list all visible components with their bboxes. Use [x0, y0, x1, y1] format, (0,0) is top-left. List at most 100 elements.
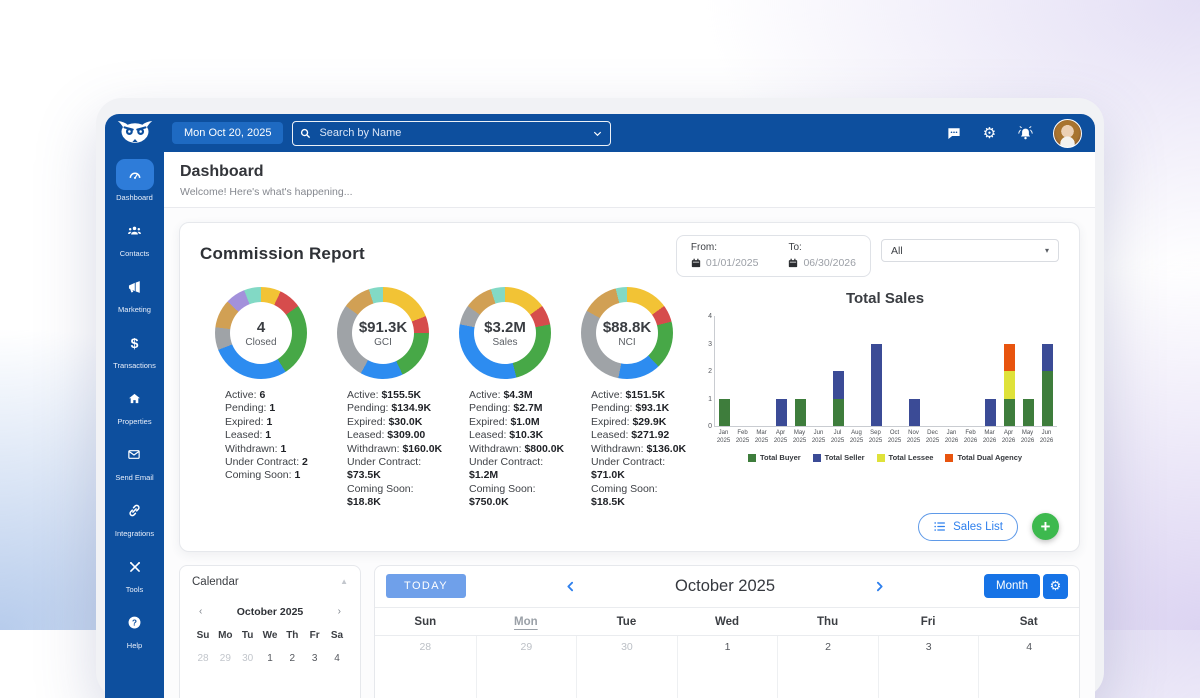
- main-area: Commission Report From:: [164, 208, 1095, 698]
- total-sales-title: Total Sales: [714, 290, 1056, 307]
- legend-item: Total Dual Agency: [945, 453, 1022, 462]
- legend-swatch: [748, 454, 756, 462]
- search-icon: [300, 128, 311, 139]
- today-button[interactable]: TODAY: [386, 574, 466, 598]
- sidebar-item-transactions[interactable]: $Transactions: [113, 327, 156, 370]
- legend-item: Total Buyer: [748, 453, 801, 462]
- search-box[interactable]: [292, 121, 611, 146]
- x-axis-label: Mar2025: [752, 430, 771, 445]
- calendar-date-cell[interactable]: 1: [677, 636, 778, 698]
- mini-day-name: Su: [193, 630, 213, 641]
- search-input[interactable]: [317, 126, 586, 140]
- page-subtitle: Welcome! Here's what's happening...: [180, 186, 1079, 198]
- legend-label: Total Seller: [825, 453, 865, 462]
- send-email-icon: [115, 439, 153, 470]
- filter-select[interactable]: All ▾: [881, 239, 1059, 262]
- next-month-chevron-icon[interactable]: [873, 579, 886, 594]
- to-label: To:: [788, 242, 856, 253]
- stat-line: Expired: 1: [225, 416, 322, 429]
- properties-icon: [116, 383, 154, 414]
- mini-date-cell[interactable]: 3: [305, 653, 325, 664]
- bar-segment: [719, 399, 730, 427]
- stat-line: Expired: $1.0M: [469, 416, 566, 429]
- calendar-date-cell[interactable]: 29: [476, 636, 577, 698]
- stat-line: Leased: $10.3K: [469, 429, 566, 442]
- dashboard-icon: [116, 159, 154, 190]
- donut-stats-nci: Active: $151.5KPending: $93.1KExpired: $…: [566, 389, 688, 510]
- sidebar-item-tools[interactable]: Tools: [116, 551, 154, 594]
- bar-segment: [795, 399, 806, 427]
- calendar-date-cell[interactable]: 4: [978, 636, 1079, 698]
- bell-icon[interactable]: [1017, 125, 1034, 142]
- total-sales-chart: Total Sales 01234 Jan2025Feb2025Mar2025A…: [688, 287, 1059, 510]
- y-axis-tick: 1: [702, 396, 712, 403]
- chat-icon[interactable]: [945, 125, 962, 142]
- mini-date-cell[interactable]: 4: [327, 653, 347, 664]
- donut-chart-gci: $91.3KGCI: [337, 287, 429, 379]
- mini-date-cell[interactable]: 30: [238, 653, 258, 664]
- owl-logo-icon[interactable]: [105, 120, 164, 146]
- date-from-field[interactable]: From: 01/01/2025: [691, 242, 759, 269]
- sidebar-item-marketing[interactable]: Marketing: [116, 271, 154, 314]
- commission-report-title: Commission Report: [200, 244, 365, 264]
- x-axis-label: May2026: [1018, 430, 1037, 445]
- calendar-settings-gear-icon[interactable]: ⚙: [1043, 574, 1068, 599]
- app-body: Dashboard Contacts Marketing $Transactions P…: [105, 152, 1095, 698]
- donut-chart-closed: 4Closed: [215, 287, 307, 379]
- from-date-value: 01/01/2025: [706, 257, 759, 269]
- donut-label: NCI: [618, 337, 635, 348]
- mini-date-cell[interactable]: 2: [282, 653, 302, 664]
- date-to-field[interactable]: To: 06/30/2026: [788, 242, 856, 269]
- calendar-date-cell[interactable]: 3: [878, 636, 979, 698]
- y-axis-tick: 4: [702, 313, 712, 320]
- donut-value: $3.2M: [484, 319, 526, 336]
- mini-prev-month-button[interactable]: ‹: [199, 606, 202, 617]
- mini-date-cell[interactable]: 1: [260, 653, 280, 664]
- app-window: Mon Oct 20, 2025 ⚙: [96, 98, 1104, 698]
- donut-gci: $91.3KGCI Active: $155.5KPending: $134.9K…: [322, 287, 444, 510]
- calendar-date-cell[interactable]: 28: [375, 636, 476, 698]
- mini-day-name: Th: [282, 630, 302, 641]
- calendar-date-cell[interactable]: 2: [777, 636, 878, 698]
- sales-list-label: Sales List: [953, 521, 1003, 533]
- stat-line: Withdrawn: $136.0K: [591, 443, 688, 456]
- sidebar-item-help[interactable]: ?Help: [116, 607, 154, 650]
- mini-date-cell[interactable]: 29: [215, 653, 235, 664]
- mini-day-name: Tu: [238, 630, 258, 641]
- current-date-chip[interactable]: Mon Oct 20, 2025: [172, 122, 283, 144]
- mini-dates-row: 2829301234: [192, 653, 348, 664]
- stat-line: Coming Soon: $18.8K: [347, 483, 444, 510]
- stat-line: Under Contract: $71.0K: [591, 456, 688, 483]
- sidebar-item-send-email[interactable]: Send Email: [115, 439, 153, 482]
- donut-value: $88.8K: [603, 319, 651, 336]
- collapse-triangle-icon[interactable]: ▲: [340, 577, 348, 586]
- donut-center-sales: $3.2MSales: [474, 302, 536, 364]
- bar-segment: [909, 399, 920, 427]
- mini-date-cell[interactable]: 28: [193, 653, 213, 664]
- calendar-icon: [691, 258, 701, 268]
- stat-line: Leased: 1: [225, 429, 322, 442]
- sales-list-button[interactable]: Sales List: [918, 513, 1018, 541]
- prev-month-chevron-icon[interactable]: [564, 579, 577, 594]
- donut-stats-gci: Active: $155.5KPending: $134.9KExpired: …: [322, 389, 444, 510]
- month-view-button[interactable]: Month: [984, 574, 1040, 598]
- x-axis-label: May2025: [790, 430, 809, 445]
- sidebar-item-properties[interactable]: Properties: [116, 383, 154, 426]
- sidebar-item-contacts[interactable]: Contacts: [116, 215, 154, 258]
- donut-sales: $3.2MSalesActive: $4.3MPending: $2.7MExp…: [444, 287, 566, 510]
- gear-icon[interactable]: ⚙: [981, 125, 998, 142]
- stat-line: Expired: $30.0K: [347, 416, 444, 429]
- sidebar-item-label: Transactions: [113, 361, 156, 370]
- search-chevron-down-icon[interactable]: [592, 128, 603, 139]
- donut-label: GCI: [374, 337, 392, 348]
- x-axis-label: Feb2025: [733, 430, 752, 445]
- add-button[interactable]: +: [1032, 513, 1059, 540]
- calendar-date-cell[interactable]: 30: [576, 636, 677, 698]
- user-avatar[interactable]: [1053, 119, 1082, 148]
- legend-label: Total Buyer: [760, 453, 801, 462]
- sidebar-item-dashboard[interactable]: Dashboard: [116, 159, 154, 202]
- mini-next-month-button[interactable]: ›: [338, 606, 341, 617]
- sidebar-item-integrations[interactable]: Integrations: [115, 495, 154, 538]
- donut-center-nci: $88.8KNCI: [596, 302, 658, 364]
- donut-label: Closed: [245, 337, 276, 348]
